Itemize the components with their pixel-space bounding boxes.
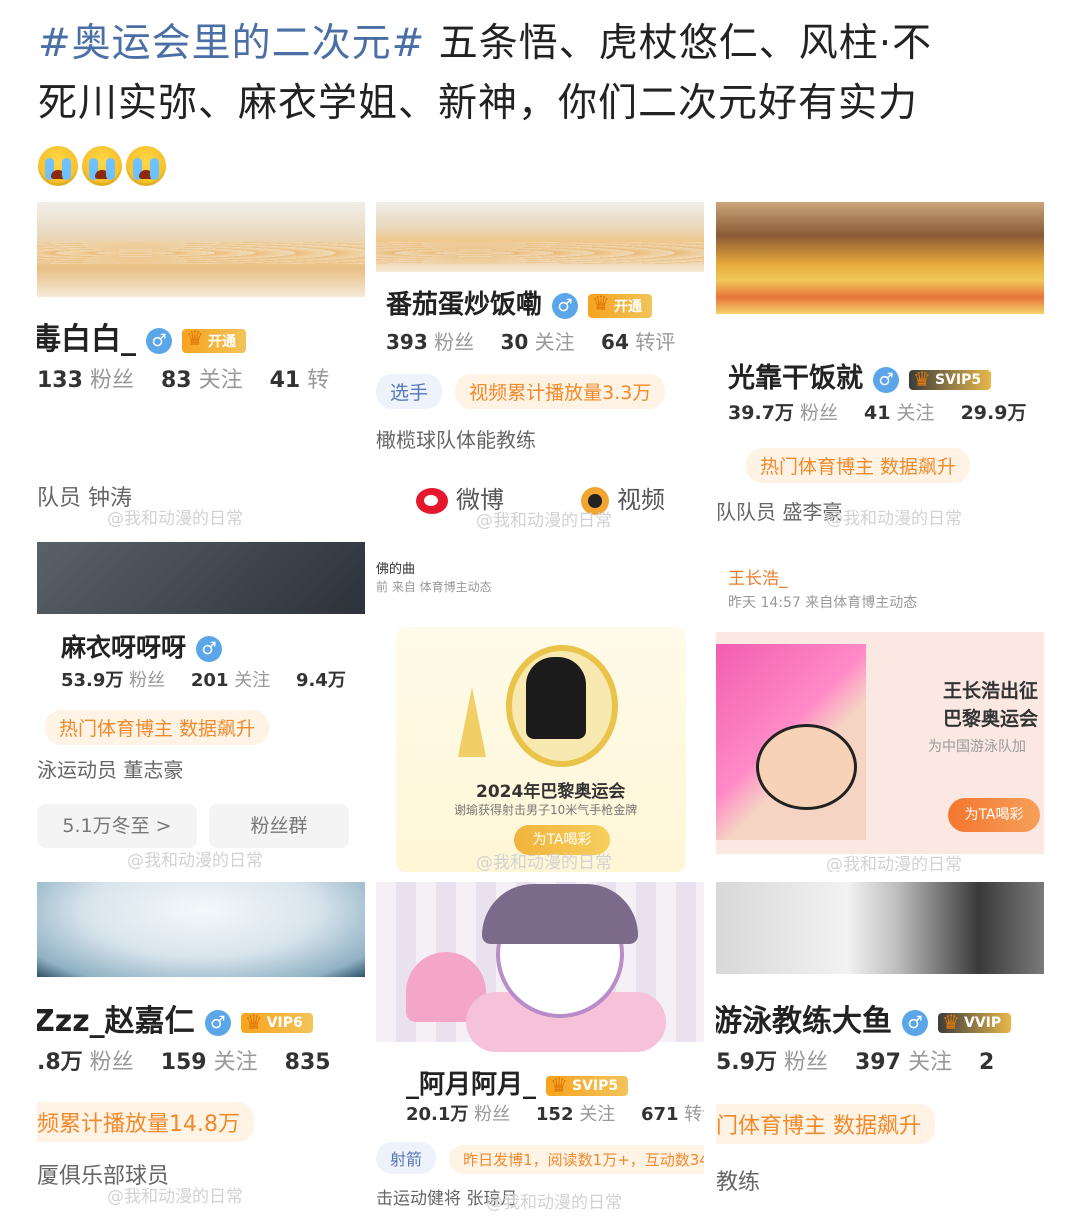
profile-banner xyxy=(716,202,1044,314)
card-title: 巴黎奥运会 xyxy=(942,708,1038,730)
profile-banner xyxy=(716,882,1044,974)
hashtag-link[interactable]: #奥运会里的二次元# xyxy=(38,21,425,66)
profile-name: 光靠干饭就♂SVIP5 xyxy=(728,356,992,395)
vip-badge: VVIP xyxy=(938,1010,1012,1034)
profile-name: 毒白白_♂开通 xyxy=(37,314,246,358)
card-title: 2024年巴黎奥运会 xyxy=(476,782,626,802)
profile-name: 麻衣呀呀呀 ♂ xyxy=(61,628,223,664)
emoji-row xyxy=(38,146,166,186)
watermark: @我和动漫的日常 xyxy=(476,853,612,872)
cheer-button[interactable]: 为TA喝彩 xyxy=(948,798,1040,832)
kuromi-illustration xyxy=(482,884,638,1018)
screenshot-tile[interactable]: 番茄蛋炒饭嘞♂开通 393 粉丝 30 关注 64 转评 选手 视频累计播放量3… xyxy=(376,202,704,532)
post-text-line1: 五条悟、虎杖悠仁、风柱·不 xyxy=(425,21,933,66)
watermark: @我和动漫的日常 xyxy=(107,1187,243,1207)
card-title: 王长浩出征 xyxy=(942,680,1038,702)
tag: 昨日发博1，阅读数1万+，互动数34 xyxy=(449,1145,704,1174)
profile-banner xyxy=(37,882,365,977)
crying-face-icon xyxy=(38,146,78,186)
profile-desc: 教练 xyxy=(716,1170,761,1195)
post-meta: 昨天 14:57 来自体育博主动态 xyxy=(728,595,918,611)
profile-stats: 39.7万 粉丝 41 关注 29.9万 xyxy=(728,402,1027,424)
profile-desc: 队队员 盛李豪 xyxy=(716,500,843,524)
profile-banner xyxy=(376,202,704,272)
profile-banner xyxy=(376,882,704,1052)
tag-row: 射箭 昨日发博1，阅读数1万+，互动数34 xyxy=(376,1142,704,1174)
post-author: 王长浩_ xyxy=(728,569,788,589)
tag-row: 热门体育博主 数据飙升 xyxy=(746,448,978,483)
athlete-portrait xyxy=(526,657,586,739)
profile-desc: 橄榄球队体能教练 xyxy=(376,428,536,452)
male-icon: ♂ xyxy=(204,1009,231,1036)
fan-count-button[interactable]: 5.1万冬至 > xyxy=(37,804,197,848)
crying-face-icon xyxy=(82,146,122,186)
male-icon: ♂ xyxy=(873,366,899,393)
screenshot-tile[interactable]: _阿月阿月_SVIP5 20.1万 粉丝 152 关注 671 转评 射箭 昨日… xyxy=(376,882,704,1212)
watermark: @我和动漫的日常 xyxy=(486,1193,622,1212)
profile-stats: 133 粉丝 83 关注 41 转 xyxy=(37,368,330,393)
profile-desc: 泳运动员 董志豪 xyxy=(37,758,184,782)
post-text: #奥运会里的二次元# 五条悟、虎杖悠仁、风柱·不 死川实弥、麻衣学姐、新神，你们… xyxy=(38,14,1048,134)
crying-face-icon xyxy=(126,146,166,186)
profile-banner xyxy=(37,202,365,297)
male-icon: ♂ xyxy=(146,327,172,354)
profile-banner xyxy=(37,542,365,614)
tag-row: 门体育博主 数据飙升 xyxy=(716,1104,943,1144)
profile-stats: 5.9万 粉丝 397 关注 2 xyxy=(716,1050,995,1075)
tag: 射箭 xyxy=(376,1142,437,1174)
watermark: @我和动漫的日常 xyxy=(826,855,962,872)
tag: 热门体育博主 数据飙升 xyxy=(746,448,971,483)
vip-badge: SVIP5 xyxy=(909,367,992,391)
profile-stats: 53.9万 粉丝 201 关注 9.4万 xyxy=(61,670,346,691)
tag: 门体育博主 数据飙升 xyxy=(716,1104,935,1144)
screenshot-tile[interactable]: Zzz_赵嘉仁♂VIP6 .8万 粉丝 159 关注 835 频累计播放量14.… xyxy=(37,882,365,1212)
screenshot-tile[interactable]: 佛的曲 前 来自 体育博主动态 2024年巴黎奥运会 谢瑜获得射击男子10米气手… xyxy=(376,542,704,872)
profile-name: _阿月阿月_SVIP5 xyxy=(406,1064,629,1101)
tag: 热门体育博主 数据飙升 xyxy=(45,710,270,745)
cartoon-illustration xyxy=(716,644,866,840)
profile-name: 番茄蛋炒饭嘞♂开通 xyxy=(386,284,653,321)
male-icon: ♂ xyxy=(552,292,579,319)
eiffel-tower-icon xyxy=(458,687,486,757)
tag: 选手 xyxy=(376,374,443,409)
profile-stats: 20.1万 粉丝 152 关注 671 转评 xyxy=(406,1104,704,1125)
watermark: @我和动漫的日常 xyxy=(127,851,263,871)
profile-name: Zzz_赵嘉仁♂VIP6 xyxy=(37,996,313,1040)
screenshot-tile[interactable]: 麻衣呀呀呀 ♂ 53.9万 粉丝 201 关注 9.4万 热门体育博主 数据飙升 … xyxy=(37,542,365,872)
post-text-line2: 死川实弥、麻衣学姐、新神，你们二次元好有实力 xyxy=(38,81,919,126)
watermark: @我和动漫的日常 xyxy=(826,509,962,529)
screenshot-tile[interactable]: 毒白白_♂开通 133 粉丝 83 关注 41 转 队员 钟涛 @我和动漫的日常 xyxy=(37,202,365,532)
weibo-icon xyxy=(416,488,448,514)
watermark: @我和动漫的日常 xyxy=(476,511,612,531)
tag-row: 选手 视频累计播放量3.3万 xyxy=(376,374,673,409)
cheer-card[interactable]: 王长浩出征 巴黎奥运会 为中国游泳队加 为TA喝彩 xyxy=(716,632,1044,854)
card-subtitle: 为中国游泳队加 xyxy=(928,739,1026,755)
vip-badge: 开通 xyxy=(182,326,246,353)
screenshot-tile[interactable]: 光靠干饭就♂SVIP5 39.7万 粉丝 41 关注 29.9万 热门体育博主 … xyxy=(716,202,1044,532)
screenshot-tile[interactable]: 游泳教练大鱼♂VVIP 5.9万 粉丝 397 关注 2 门体育博主 数据飙升 … xyxy=(716,882,1044,1212)
card-subtitle: 谢瑜获得射击男子10米气手枪金牌 xyxy=(454,803,638,817)
profile-stats: 393 粉丝 30 关注 64 转评 xyxy=(386,330,676,354)
post-meta: 前 来自 体育博主动态 xyxy=(376,580,492,594)
vip-badge: 开通 xyxy=(588,291,653,318)
male-icon: ♂ xyxy=(196,636,223,662)
tag: 频累计播放量14.8万 xyxy=(37,1102,254,1142)
tag-row: 频累计播放量14.8万 xyxy=(37,1102,262,1142)
post-author: 佛的曲 xyxy=(376,562,416,577)
vip-badge: VIP6 xyxy=(240,1010,313,1034)
watermark: @我和动漫的日常 xyxy=(107,509,243,529)
profile-stats: .8万 粉丝 159 关注 835 xyxy=(37,1050,331,1075)
male-icon: ♂ xyxy=(902,1009,928,1036)
vip-badge: SVIP5 xyxy=(546,1073,629,1097)
screenshot-tile[interactable]: 王长浩_ 昨天 14:57 来自体育博主动态 王长浩出征 巴黎奥运会 为中国游泳… xyxy=(716,542,1044,872)
fan-group-button[interactable]: 粉丝群 xyxy=(209,804,349,848)
olympic-card[interactable]: 2024年巴黎奥运会 谢瑜获得射击男子10米气手枪金牌 为TA喝彩 xyxy=(396,627,686,872)
tag-row: 热门体育博主 数据飙升 xyxy=(45,710,277,745)
profile-name: 游泳教练大鱼♂VVIP xyxy=(716,996,1012,1040)
tag: 视频累计播放量3.3万 xyxy=(455,374,666,409)
